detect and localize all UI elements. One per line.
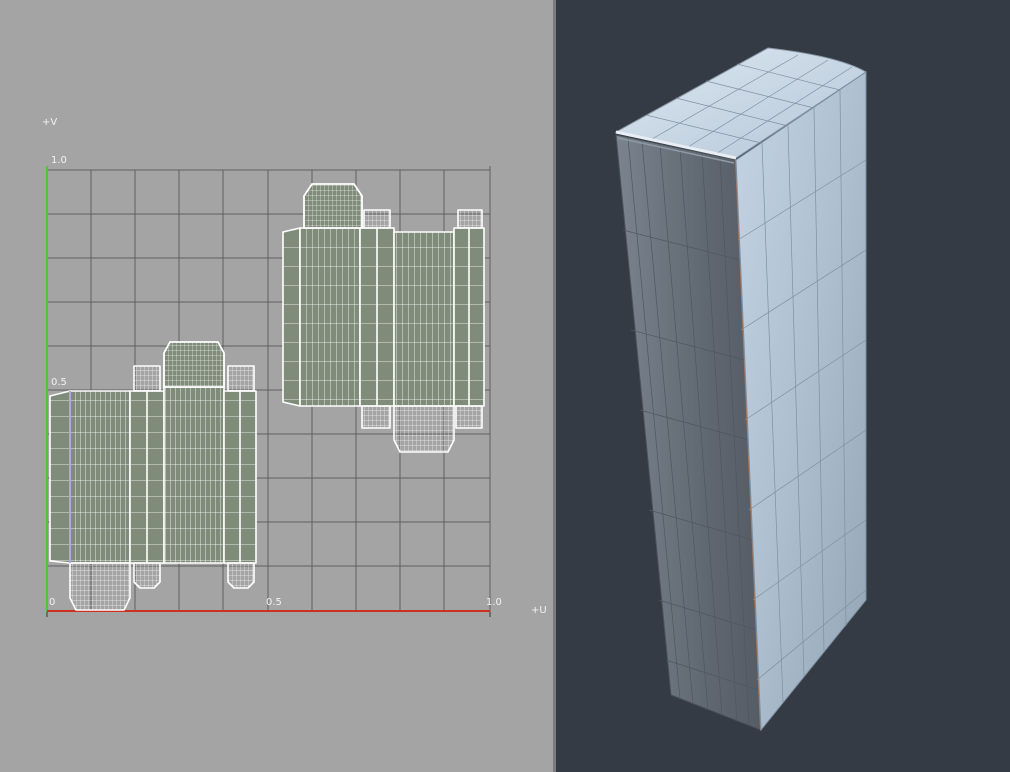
uv-island-upper[interactable] [282,183,485,453]
box-3d-model[interactable] [614,47,867,732]
uv-editor-canvas[interactable]: +V +U 1.0 0.5 0 0.5 1.0 [0,0,553,772]
3d-viewport-canvas[interactable] [556,0,1010,772]
uv-island-lower[interactable] [49,341,257,611]
3d-viewport-panel[interactable] [556,0,1010,772]
uv-editor-panel[interactable]: +V +U 1.0 0.5 0 0.5 1.0 [0,0,553,772]
tick-label-v-1: 1.0 [51,155,67,166]
tick-label-u-1: 1.0 [486,597,502,608]
v-axis-label: +V [42,117,57,128]
tick-label-origin: 0 [49,597,55,608]
tick-label-u-05: 0.5 [266,597,282,608]
tick-label-v-05: 0.5 [51,377,67,388]
u-axis-label: +U [531,605,547,616]
